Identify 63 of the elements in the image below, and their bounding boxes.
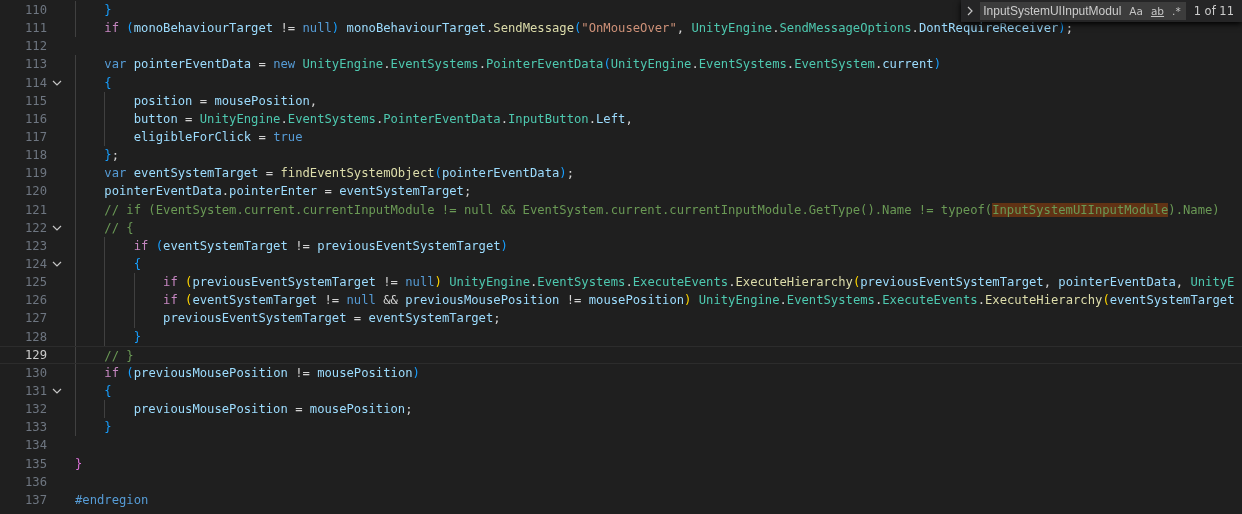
- code-line: {: [103, 75, 112, 90]
- code-comment: // if (EventSystem.current.currentInputModule != null && EventSystem.current.currentInputModule.GetType().Name != typeof(InputSystemUIInputModule).Name): [103, 202, 1220, 217]
- chevron-down-icon[interactable]: [52, 224, 62, 231]
- code-line: if (eventSystemTarget != null && previousMousePosition != mousePosition) UnityEngine.EventSystems.ExecuteEvents.ExecuteHierarchy(eventSystemTarget: [162, 293, 1235, 308]
- chevron-down-icon[interactable]: [52, 388, 62, 394]
- line-number: 135: [24, 455, 47, 473]
- line-number: 122: [24, 219, 47, 237]
- line-number: 121: [24, 201, 47, 219]
- line-number: 117: [24, 129, 47, 146]
- code-line: button = UnityEngine.EventSystems.PointerEventData.InputButton.Left,: [132, 111, 633, 126]
- line-number: 136: [24, 473, 47, 491]
- line-number: 115: [24, 92, 47, 110]
- code-line: var pointerEventData = new UnityEngine.EventSystems.PointerEventData(UnityEngine.EventSystems.EventSystem.current): [103, 57, 941, 72]
- chevron-right-icon[interactable]: [967, 6, 974, 16]
- chevron-down-icon[interactable]: [52, 79, 62, 86]
- line-number: 114: [24, 74, 47, 92]
- match-case-toggle[interactable]: Aa: [1126, 5, 1146, 17]
- code-line: previousEventSystemTarget = eventSystemTarget;: [162, 311, 501, 326]
- line-number: 134: [24, 437, 47, 455]
- line-number: 119: [24, 165, 47, 183]
- code-line: pointerEventData.pointerEnter = eventSystemTarget;: [103, 184, 472, 199]
- code-comment: // }: [103, 348, 134, 363]
- line-number: 116: [24, 110, 47, 128]
- match-count: 1 of 11: [1193, 4, 1234, 18]
- code-line: if (eventSystemTarget != previousEventSystemTarget): [132, 238, 508, 253]
- line-number: 120: [24, 183, 47, 201]
- code-line: }: [103, 3, 112, 17]
- regex-toggle[interactable]: .*: [1169, 5, 1184, 17]
- code-comment: // {: [103, 220, 134, 235]
- code-line: position = mousePosition,: [132, 93, 318, 108]
- code-line: var eventSystemTarget = findEventSystemObject(pointerEventData);: [103, 166, 574, 181]
- line-number: 126: [24, 292, 47, 310]
- line-number: 133: [24, 419, 47, 437]
- line-number: 131: [24, 382, 47, 400]
- code-line: {: [132, 256, 142, 271]
- code-line: };: [103, 148, 120, 163]
- code-line: }: [75, 456, 83, 471]
- code-line: if (monoBehaviourTarget != null) monoBehaviourTarget.SendMessage("OnMouseOver", UnityEngine.SendMessageOptions.DontRequireReceiver);: [103, 21, 1074, 36]
- line-number: 128: [24, 328, 47, 346]
- line-number: 123: [24, 237, 47, 255]
- line-number: 127: [24, 310, 47, 328]
- line-number: 124: [24, 255, 47, 273]
- line-number: 111: [24, 20, 47, 38]
- find-input[interactable]: InputSystemUIInputModul Aa ab .*: [980, 2, 1186, 20]
- code-line: {: [103, 383, 112, 398]
- line-number: 132: [24, 401, 47, 419]
- line-number: 112: [24, 38, 47, 56]
- code-line: }: [132, 329, 142, 344]
- code-line: #endregion: [75, 492, 149, 507]
- line-number: 110: [24, 2, 47, 19]
- code-line: previousMousePosition = mousePosition;: [132, 402, 413, 417]
- line-number: 130: [24, 364, 47, 382]
- code-line: if (previousMousePosition != mousePosition): [103, 365, 420, 380]
- line-number: 137: [24, 491, 47, 509]
- code-line: }: [103, 420, 112, 435]
- whole-word-toggle[interactable]: ab: [1147, 5, 1168, 17]
- line-number: 125: [24, 274, 47, 292]
- chevron-down-icon[interactable]: [52, 261, 62, 268]
- code-line: eligibleForClick = true: [132, 130, 303, 144]
- line-number: 129: [24, 346, 47, 364]
- line-number: 113: [24, 56, 47, 74]
- line-number: 118: [24, 147, 47, 165]
- code-line: if (previousEventSystemTarget != null) UnityEngine.EventSystems.ExecuteEvents.ExecuteHierarchy(previousEventSystemTarget, pointerEventData, UnityE: [162, 275, 1235, 290]
